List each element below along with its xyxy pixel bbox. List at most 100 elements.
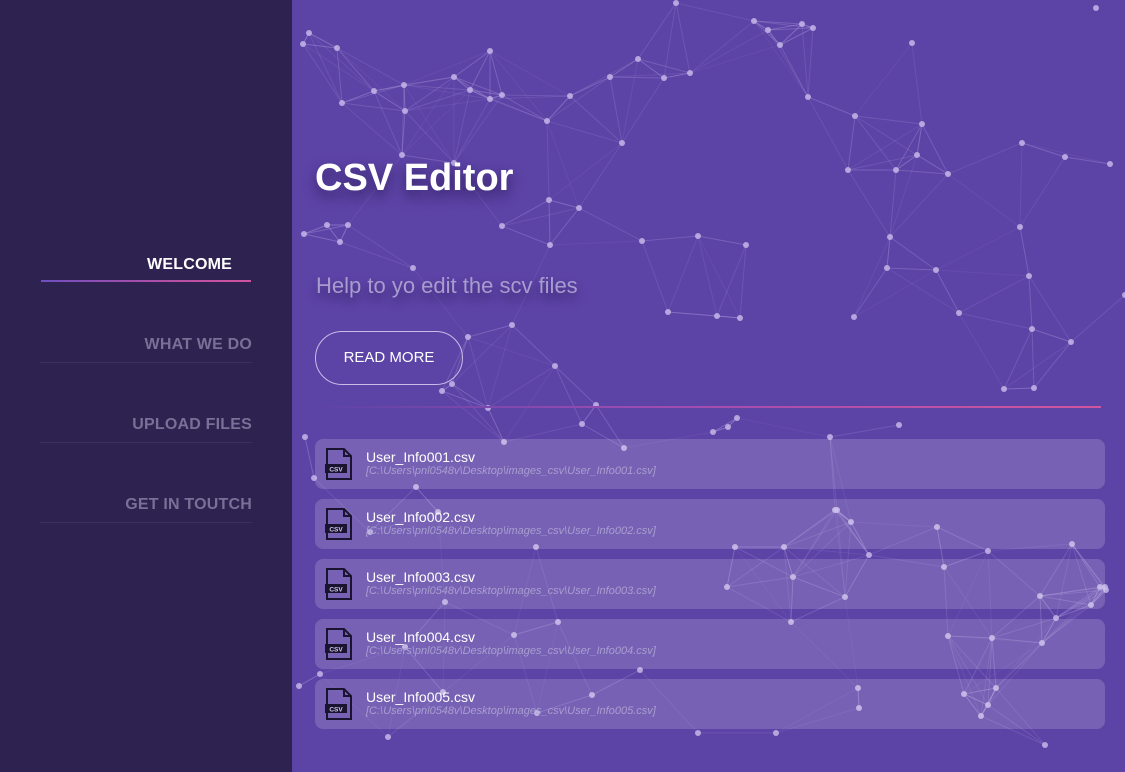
network-line [489,50,571,97]
network-line [501,94,548,122]
network-node [896,422,902,428]
nav-item-get-in-touch[interactable]: GET IN TOUTCH [40,482,252,523]
network-line [935,269,960,314]
network-line [308,32,343,104]
network-node [487,96,493,102]
network-node [1042,742,1048,748]
file-item[interactable]: CSV User_Info003.csv [C:\Users\pnl0548v\… [315,559,1105,609]
network-line [503,365,556,443]
network-line [697,235,747,246]
network-line [546,76,611,122]
network-line [807,96,849,171]
network-node [402,108,408,114]
network-line [641,235,699,242]
network-node [546,197,552,203]
nav-item-what-we-do[interactable]: WHAT WE DO [40,322,252,363]
network-line [739,244,747,319]
network-line [958,275,1030,314]
network-line [453,76,471,91]
section-divider [316,406,1101,408]
file-item[interactable]: CSV User_Info001.csv [C:\Users\pnl0548v\… [315,439,1105,489]
network-line [1019,142,1023,228]
network-node [956,310,962,316]
network-line [304,436,315,479]
network-line [853,269,937,318]
network-line [453,50,491,78]
network-node [552,363,558,369]
network-line [667,235,699,313]
network-node [337,239,343,245]
network-line [697,235,741,319]
file-item[interactable]: CSV User_Info002.csv [C:\Users\pnl0548v\… [315,499,1105,549]
network-node [576,205,582,211]
network-line [403,84,455,164]
network-line [886,267,960,314]
network-line [501,225,551,246]
network-node [893,167,899,173]
network-node [851,314,857,320]
network-line [935,269,1030,277]
file-path: [C:\Users\pnl0548v\Desktop\images_csv\Us… [366,465,656,477]
file-name: User_Info005.csv [366,689,475,705]
network-node [884,265,890,271]
network-line [779,27,814,46]
network-line [767,29,809,98]
network-line [689,20,755,74]
network-node [805,94,811,100]
network-node [714,313,720,319]
network-node [296,683,302,689]
network-line [467,336,556,367]
network-node [687,70,693,76]
network-node [544,118,550,124]
network-node [567,93,573,99]
csv-label: CSV [329,707,343,714]
network-line [736,417,831,438]
network-line [546,120,623,144]
file-item[interactable]: CSV User_Info004.csv [C:\Users\pnl0548v\… [315,619,1105,669]
network-node [1029,326,1035,332]
network-line [453,76,503,96]
network-line [753,20,809,98]
network-line [469,50,491,91]
network-node [725,424,731,430]
network-line [1031,328,1072,343]
sidebar: WELCOME WHAT WE DO UPLOAD FILES GET IN T… [0,0,292,772]
page-subtitle: Help to yo edit the scv files [316,273,578,298]
network-node [909,40,915,46]
network-node [300,41,306,47]
network-line [886,267,937,271]
file-path: [C:\Users\pnl0548v\Desktop\images_csv\Us… [366,645,656,657]
read-more-button[interactable]: READ MORE [315,331,463,385]
file-name: User_Info001.csv [366,449,475,465]
file-name: User_Info002.csv [366,509,475,525]
csv-label: CSV [329,527,343,534]
network-line [1033,341,1072,389]
network-node [765,27,771,33]
network-node [449,381,455,387]
network-node [499,223,505,229]
network-line [341,102,406,112]
network-node [487,48,493,54]
network-line [467,336,489,409]
network-node [945,171,951,177]
csv-file-icon: CSV [325,688,352,720]
network-node [695,233,701,239]
file-item[interactable]: CSV User_Info005.csv [C:\Users\pnl0548v\… [315,679,1105,729]
network-line [578,142,623,209]
network-line [609,58,639,78]
network-line [911,42,923,125]
nav-item-upload-files[interactable]: UPLOAD FILES [40,402,252,443]
network-line [854,42,913,117]
network-line [511,324,556,367]
file-path: [C:\Users\pnl0548v\Desktop\images_csv\Us… [366,585,656,597]
network-line [807,27,814,98]
network-line [1064,156,1111,165]
nav-item-welcome[interactable]: WELCOME [40,242,252,282]
network-node [324,222,330,228]
network-line [339,241,414,269]
network-line [716,315,741,319]
network-node [810,25,816,31]
network-line [404,110,455,164]
main-panel: CSV Editor Help to yo edit the scv files… [292,0,1125,772]
network-line [889,236,937,271]
